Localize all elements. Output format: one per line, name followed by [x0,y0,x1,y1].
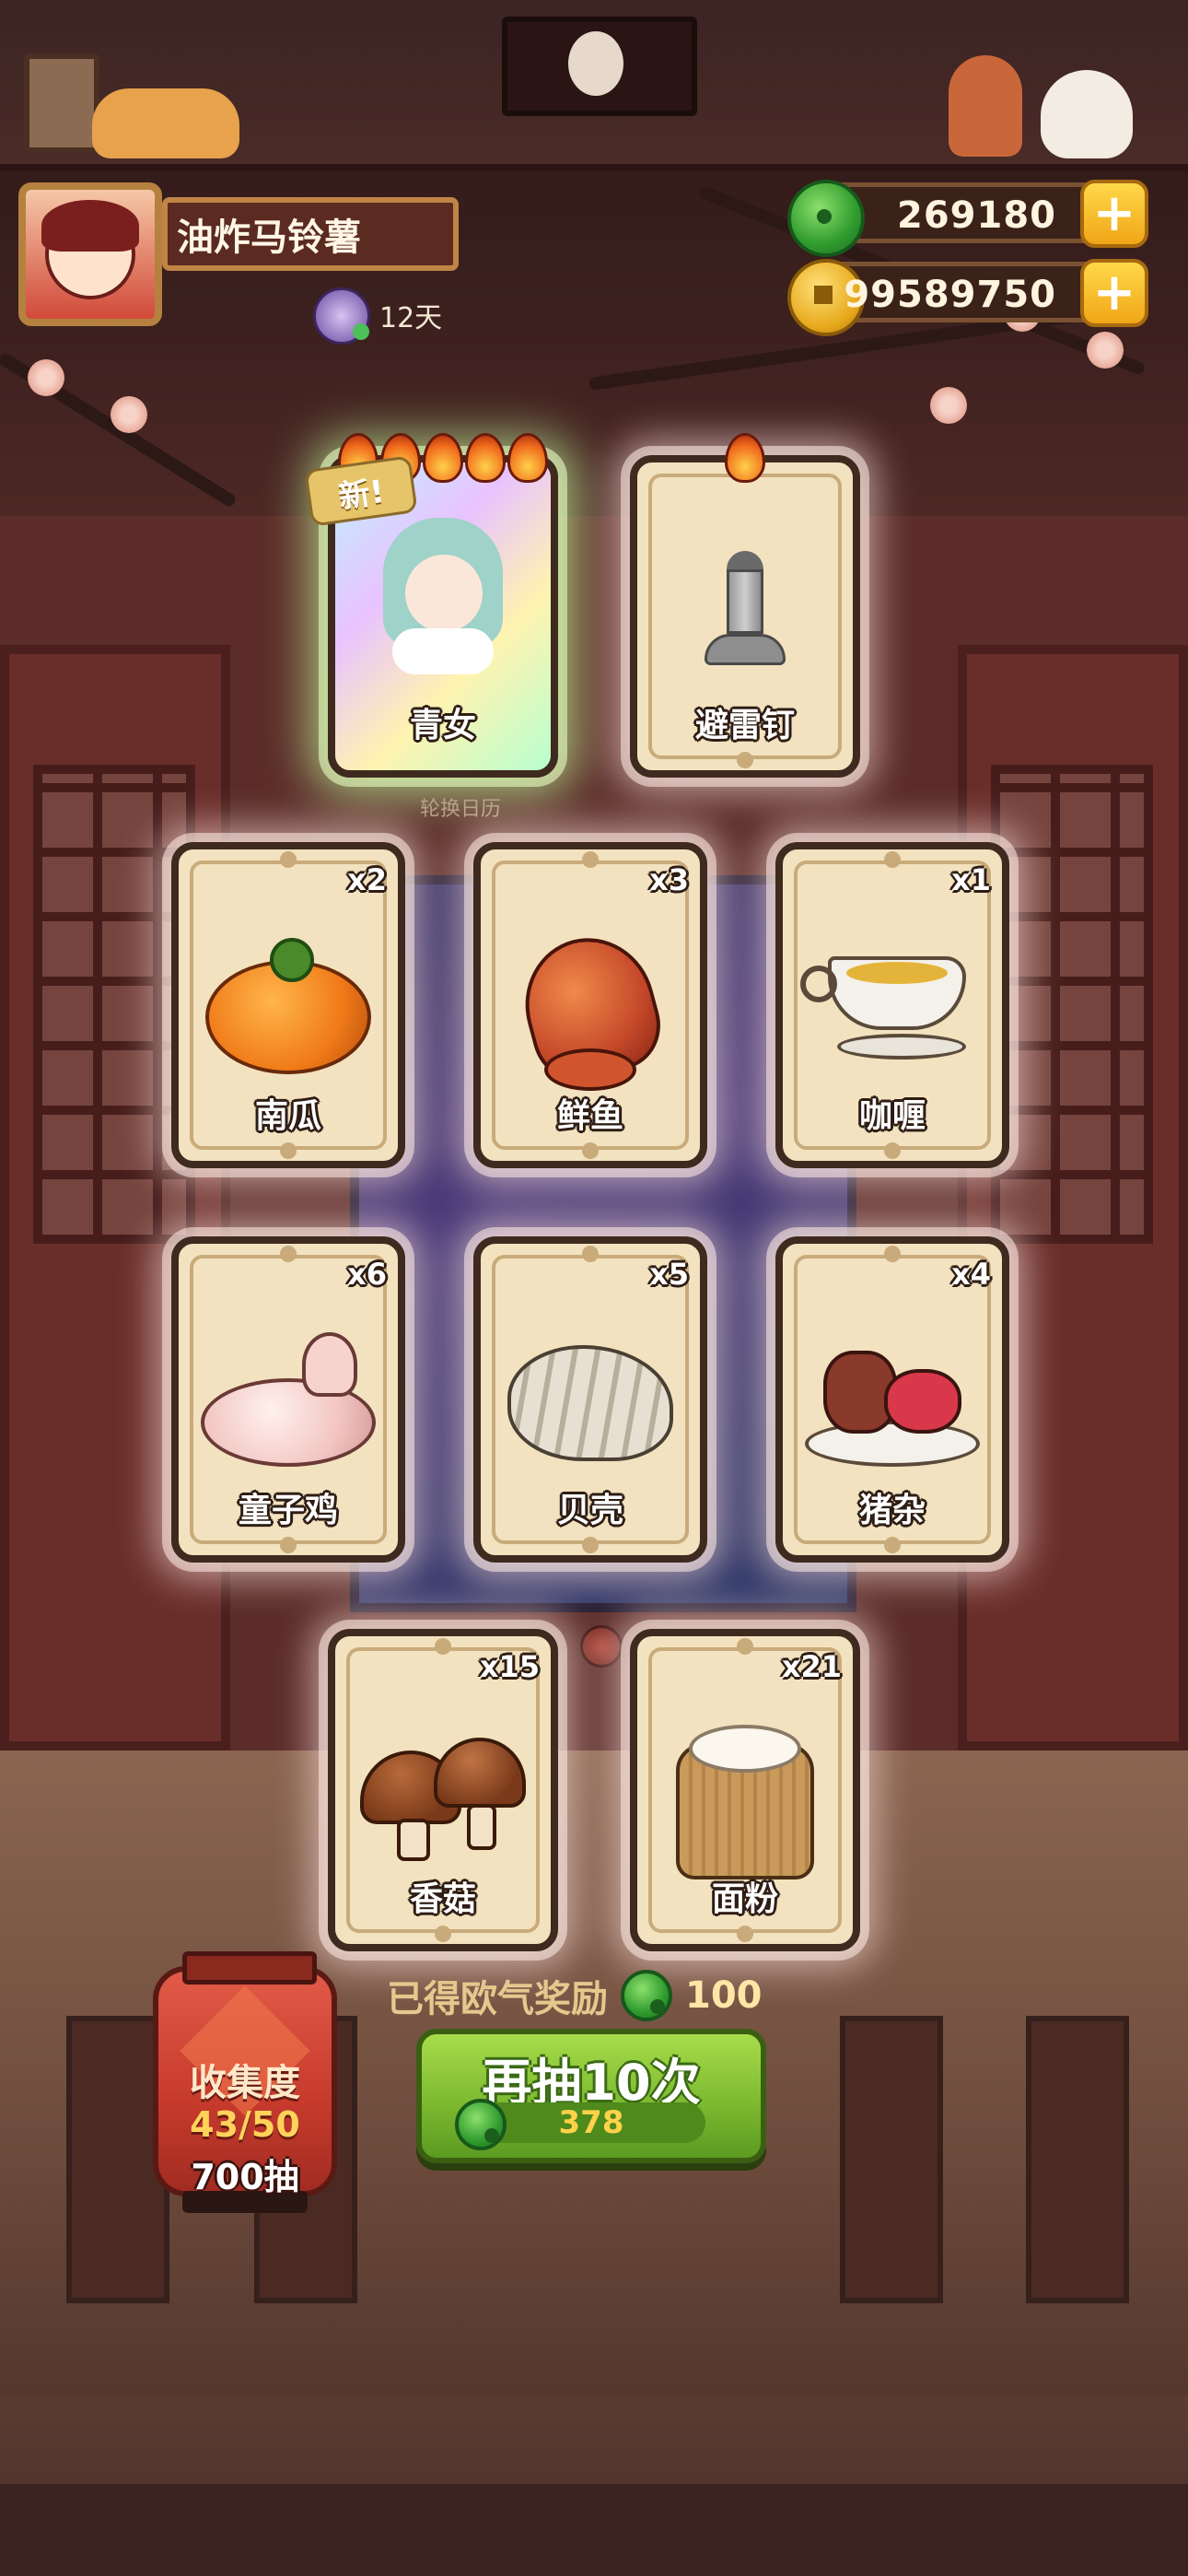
jade-currency: 269180 + [787,180,1148,257]
card-pumpkin[interactable]: x2 南瓜 [171,842,405,1168]
card-label: 鲜鱼 [556,1097,623,1135]
top-shelf [0,0,1188,171]
flame-icon [725,433,765,483]
reward-label: 已得欧气奖励 [387,1978,608,2020]
coin-amount: 99589750 [844,274,1056,316]
draw-cost: 378 [558,2104,624,2141]
curry-gravy-boat-icon [800,938,984,1067]
card-count: x1 [951,862,991,897]
fish-icon [507,923,673,1095]
card-label: 咖喱 [858,1097,926,1135]
card-label: 青女 [409,707,476,744]
day-streak-icon [313,287,370,345]
jade-icon [787,180,865,257]
right-door [958,645,1188,1751]
card-qingnv[interactable]: 新! 青女 [304,433,558,778]
rarity-flames [637,433,853,483]
coin-currency: 99589750 + [787,259,1148,336]
blossom-icon [930,387,967,424]
card-curry[interactable]: x1 咖喱 [775,842,1009,1168]
card-count: x15 [479,1649,540,1684]
clam-shell-icon [507,1345,673,1465]
card-count: x5 [649,1257,689,1292]
card-label: 香菇 [409,1880,476,1918]
hanging-scroll-icon [502,17,697,116]
boy-figure-icon [949,55,1022,157]
draw-10-button[interactable]: 再抽10次 378 [416,2029,766,2163]
jade-icon [621,1970,672,2021]
card-lightning-rod[interactable]: 避雷钉 [630,433,860,778]
blossom-icon [111,396,147,433]
add-coins-button[interactable]: + [1080,259,1148,327]
blue-haired-girl-icon [365,518,521,674]
card-shell[interactable]: x5 贝壳 [473,1236,707,1563]
reward-line: 已得欧气奖励 100 [387,1968,763,2023]
orange-cat-icon [92,88,239,158]
day-streak-text: 12天 [379,302,443,334]
card-label: 贝壳 [556,1492,623,1529]
rotation-calendar-caption: 轮换日历 [419,798,501,821]
reward-value: 100 [685,1974,763,2017]
raw-chicken-icon [201,1332,376,1470]
player-name[interactable]: 油炸马铃薯 [162,197,459,271]
pumpkin-icon [205,938,371,1076]
card-label: 避雷钉 [694,707,795,744]
add-jade-button[interactable]: + [1080,180,1148,248]
card-chicken[interactable]: x6 童子鸡 [171,1236,405,1563]
mushroom-icon [360,1738,526,1867]
card-count: x4 [951,1257,991,1292]
avatar[interactable] [18,182,162,326]
card-label: 南瓜 [254,1097,321,1135]
flame-icon [423,433,463,483]
collection-progress: 43/50 [190,2104,300,2145]
card-count: x6 [347,1257,387,1292]
card-count: x21 [781,1649,842,1684]
game-scene: 油炸马铃薯 12天 269180 + 99589750 + 新! 青女 避雷钉 … [0,0,1188,2576]
target-marker-icon [580,1625,623,1668]
card-count: x3 [649,862,689,897]
blossom-icon [1087,332,1124,369]
flame-icon [465,433,506,483]
new-badge: 新! [304,455,418,527]
draw-cost-bar: 378 [455,2099,705,2150]
card-label: 童子鸡 [238,1492,338,1529]
collection-title: 收集度 [190,2062,300,2104]
card-label: 面粉 [711,1880,778,1918]
left-door [0,645,230,1751]
card-pork-offal[interactable]: x4 猪杂 [775,1236,1009,1563]
collection-lantern[interactable]: 收集度 43/50 700抽 [153,1951,337,2213]
jade-amount: 269180 [897,194,1056,237]
lightning-rod-icon [699,551,791,671]
flour-sack-icon [667,1725,823,1881]
card-fish[interactable]: x3 鲜鱼 [473,842,707,1168]
white-cat-icon [1041,70,1133,158]
player-face-icon [41,200,139,299]
card-flour[interactable]: x21 面粉 [630,1629,860,1951]
collection-draws: 700抽 [191,2157,299,2197]
flame-icon [507,433,548,483]
blossom-icon [28,359,64,396]
card-count: x2 [347,862,387,897]
paw-frame-icon [24,53,99,153]
bottom-strip [0,2484,1188,2576]
pork-offal-plate-icon [805,1332,980,1470]
card-label: 猪杂 [858,1492,926,1529]
card-mushroom[interactable]: x15 香菇 [328,1629,558,1951]
